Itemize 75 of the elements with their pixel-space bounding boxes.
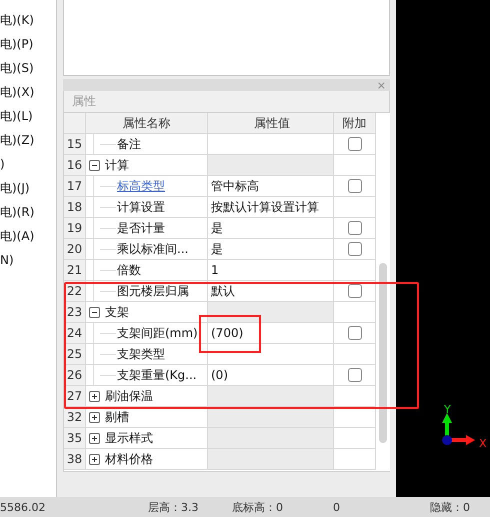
table-cell[interactable]: 1: [208, 260, 334, 280]
property-name: 乘以标准间...: [117, 241, 188, 258]
group-label: 计算: [105, 157, 129, 174]
expand-icon[interactable]: [89, 390, 100, 402]
row-number: 23: [64, 302, 86, 322]
axis-label: Y: [444, 403, 451, 416]
table-cell[interactable]: 是: [208, 218, 334, 238]
property-name: 图元楼层归属: [117, 283, 189, 300]
group-label: 刷油保温: [105, 388, 153, 405]
row-number: 19: [64, 218, 86, 238]
list-item[interactable]: 电)(L): [0, 107, 56, 131]
expand-icon[interactable]: [89, 432, 100, 444]
list-item[interactable]: 电)(K): [0, 11, 56, 35]
list-item[interactable]: 电)(J): [0, 179, 56, 203]
scrollbar-thumb[interactable]: [379, 263, 387, 443]
status-text: 隐藏：0: [430, 500, 471, 514]
property-name: 支架重量(Kg...: [117, 367, 197, 384]
table-cell[interactable]: (0): [208, 365, 334, 385]
group-label: 支架: [105, 304, 129, 321]
property-name: 倍数: [117, 262, 141, 279]
checkbox[interactable]: [348, 284, 362, 298]
checkbox[interactable]: [348, 368, 362, 382]
panel-title: 属性: [63, 91, 390, 113]
table-cell[interactable]: 默认: [208, 281, 334, 301]
row-number: 21: [64, 260, 86, 280]
row-number: 18: [64, 197, 86, 217]
property-name: 计算设置: [117, 199, 165, 216]
axis-label: X: [479, 437, 487, 450]
group-label: 显示样式: [105, 430, 153, 447]
row-number: 16: [64, 155, 86, 175]
group-label: 材料价格: [105, 451, 153, 468]
list-item[interactable]: 电)(A): [0, 227, 56, 251]
row-number: 20: [64, 239, 86, 259]
property-name: 支架类型: [117, 346, 165, 363]
checkbox[interactable]: [348, 242, 362, 256]
header-cell: 附加: [334, 113, 376, 133]
checkbox[interactable]: [348, 179, 362, 193]
row-number: 38: [64, 449, 86, 469]
collapse-icon[interactable]: [89, 306, 100, 318]
row-number: 15: [64, 134, 86, 154]
row-number: 27: [64, 386, 86, 406]
property-link[interactable]: 标高类型: [117, 176, 165, 196]
expand-icon[interactable]: [89, 454, 100, 464]
list-item[interactable]: 电)(Z): [0, 131, 56, 155]
status-text: 层高：3.3: [148, 500, 200, 514]
property-name: 备注: [117, 136, 141, 153]
table-cell[interactable]: 管中标高: [208, 176, 334, 196]
checkbox[interactable]: [348, 326, 362, 340]
row-number: 32: [64, 407, 86, 427]
table-cell[interactable]: (700): [208, 323, 334, 343]
list-item[interactable]: ): [0, 155, 56, 179]
list-item[interactable]: 电)(R): [0, 203, 56, 227]
table-cell[interactable]: 按默认计算设置计算: [208, 197, 334, 217]
status-text: 底标高：0: [232, 500, 284, 514]
list-item[interactable]: 电)(S): [0, 59, 56, 83]
table-cell[interactable]: 是: [208, 239, 334, 259]
row-number: 26: [64, 365, 86, 385]
row-number: 25: [64, 344, 86, 364]
row-number: 17: [64, 176, 86, 196]
list-item[interactable]: 电)(X): [0, 83, 56, 107]
row-number: 24: [64, 323, 86, 343]
property-name: 是否计量: [117, 220, 165, 237]
list-item[interactable]: N): [0, 251, 56, 275]
expand-icon[interactable]: [89, 412, 100, 422]
status-text: 0: [333, 500, 341, 514]
group-label: 剔槽: [105, 409, 129, 426]
checkbox[interactable]: [348, 137, 362, 151]
status-text: 5586.02: [0, 500, 46, 514]
checkbox[interactable]: [348, 221, 362, 235]
collapse-icon[interactable]: [89, 160, 100, 170]
property-name: 支架间距(mm): [117, 325, 198, 342]
row-number: 35: [64, 428, 86, 448]
list-item[interactable]: 电)(P): [0, 35, 56, 59]
header-cell: 属性名称: [86, 113, 208, 133]
header-cell: 属性值: [208, 113, 334, 133]
